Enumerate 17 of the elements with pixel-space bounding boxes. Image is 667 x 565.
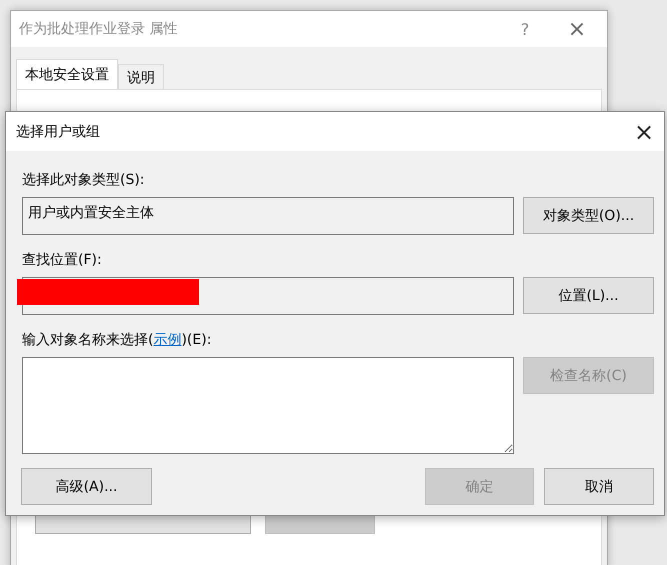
window-title: 作为批处理作业登录 属性 — [19, 20, 178, 38]
object-type-field: 用户或内置安全主体 — [22, 197, 514, 235]
tab[interactable]: 本地安全设置 — [16, 59, 118, 89]
cancel-button[interactable]: 取消 — [544, 468, 654, 505]
help-button[interactable]: ? — [503, 20, 547, 38]
tab[interactable]: 说明 — [118, 64, 164, 89]
close-button[interactable]: × — [547, 16, 607, 42]
dialog-title: 选择用户或组 — [16, 122, 101, 140]
object-names-input[interactable] — [22, 357, 514, 454]
field-label: 选择此对象类型(S): — [22, 171, 146, 189]
field-label: 输入对象名称来选择(示例)(E): — [22, 331, 212, 349]
examples-link[interactable]: 示例 — [153, 332, 182, 348]
field-label: 查找位置(F): — [22, 251, 103, 269]
locations-button[interactable]: 位置(L)... — [523, 277, 654, 314]
close-button[interactable]: × — [624, 118, 664, 146]
advanced-button[interactable]: 高级(A)... — [21, 468, 152, 505]
object-types-button[interactable]: 对象类型(O)... — [523, 197, 654, 234]
